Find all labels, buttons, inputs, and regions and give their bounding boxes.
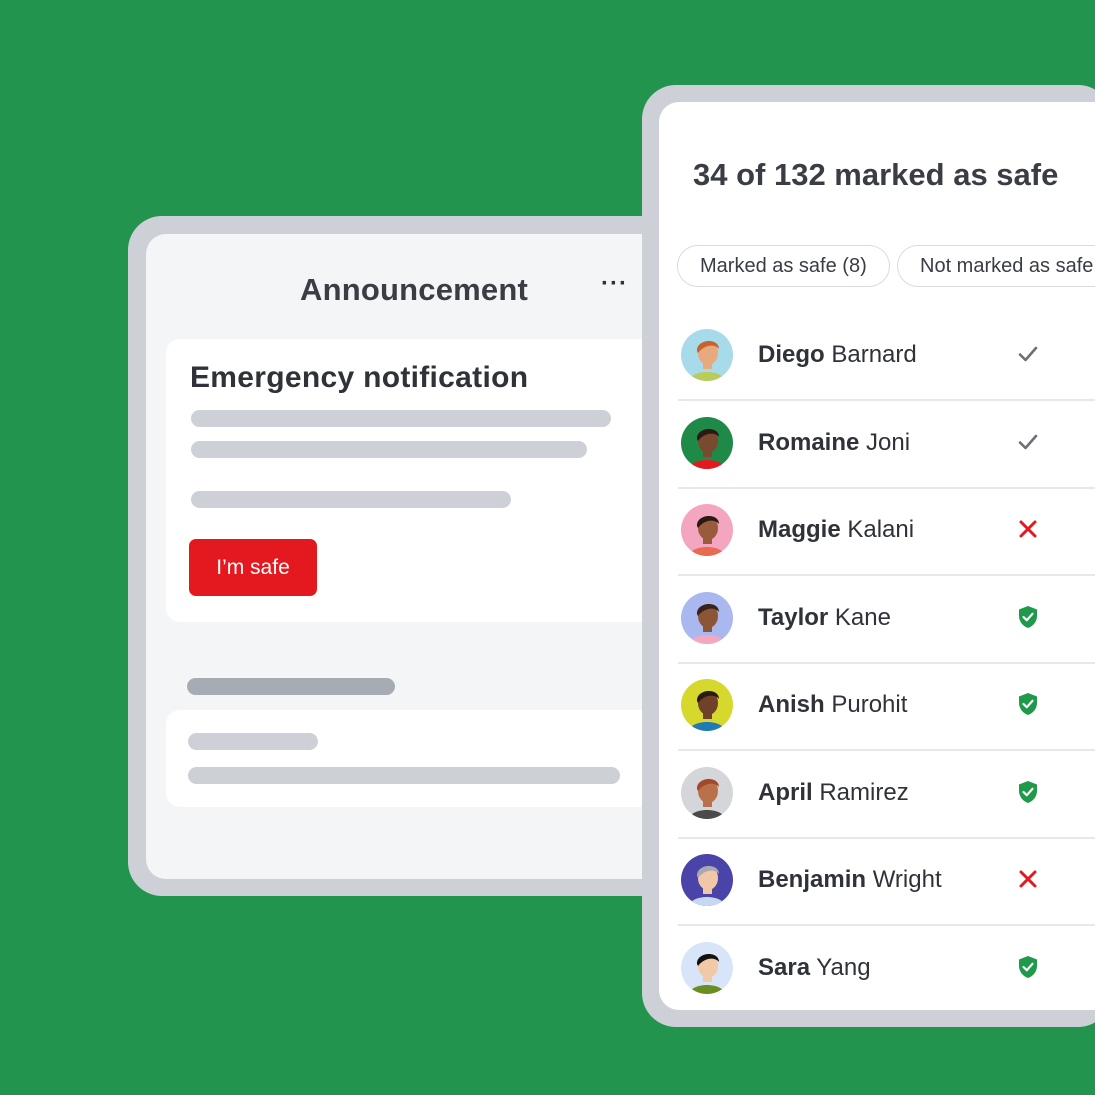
person-name: Anish Purohit xyxy=(758,691,907,719)
last-name: Purohit xyxy=(831,691,908,718)
last-name: Kane xyxy=(834,603,891,631)
last-name: Ramirez xyxy=(819,778,909,806)
announcement-card: Announcement ··· Emergency notification … xyxy=(146,234,676,879)
avatar xyxy=(681,679,733,731)
person-row[interactable]: Diego Barnard xyxy=(678,312,1095,401)
person-row[interactable]: Anish Purohit xyxy=(678,662,1095,751)
avatar xyxy=(681,329,733,381)
section-placeholder-heading xyxy=(187,678,395,695)
first-name: Taylor xyxy=(758,603,829,631)
person-name: Benjamin Wright xyxy=(758,866,942,894)
filter-marked-safe[interactable]: Marked as safe (8) xyxy=(677,245,890,287)
first-name: Benjamin xyxy=(758,866,867,893)
emergency-notification-card: Emergency notification I’m safe xyxy=(166,339,676,622)
filter-not-marked-safe[interactable]: Not marked as safe xyxy=(897,245,1095,287)
placeholder-line xyxy=(188,733,318,750)
first-name: Romaine xyxy=(758,428,860,456)
im-safe-button[interactable]: I’m safe xyxy=(189,539,317,596)
shield-check-icon xyxy=(1014,690,1042,718)
person-name: April Ramirez xyxy=(758,779,909,807)
placeholder-line xyxy=(191,441,587,458)
cross-icon xyxy=(1014,865,1042,893)
more-options-icon[interactable]: ··· xyxy=(601,270,628,298)
placeholder-line xyxy=(191,410,611,427)
person-row[interactable]: April Ramirez xyxy=(678,750,1095,839)
avatar xyxy=(681,854,733,906)
check-icon xyxy=(1014,340,1042,368)
announcement-title: Announcement xyxy=(299,272,528,307)
last-name: Yang xyxy=(816,953,871,981)
last-name: Joni xyxy=(866,428,911,456)
shield-check-icon xyxy=(1014,953,1042,981)
first-name: Sara xyxy=(758,953,811,981)
avatar xyxy=(681,416,733,469)
person-name: Diego Barnard xyxy=(758,341,917,369)
first-name: April xyxy=(758,778,813,806)
placeholder-line xyxy=(188,767,620,784)
person-row[interactable]: Romaine Joni xyxy=(678,400,1095,489)
safety-list-card: 34 of 132 marked as safe Marked as safe … xyxy=(659,102,1095,1010)
safe-count-header: 34 of 132 marked as safe xyxy=(693,157,1059,192)
last-name: Wright xyxy=(872,866,942,893)
first-name: Diego xyxy=(758,341,825,368)
notification-title: Emergency notification xyxy=(190,361,529,394)
secondary-card xyxy=(166,710,676,807)
placeholder-line xyxy=(191,491,511,508)
last-name: Barnard xyxy=(831,341,917,368)
person-name: Sara Yang xyxy=(758,954,871,982)
avatar xyxy=(681,591,733,644)
first-name: Maggie xyxy=(758,516,841,543)
person-row[interactable]: Sara Yang xyxy=(678,925,1095,1011)
shield-check-icon xyxy=(1014,603,1042,631)
check-icon xyxy=(1014,428,1042,456)
person-name: Maggie Kalani xyxy=(758,516,914,544)
first-name: Anish xyxy=(758,691,825,718)
avatar xyxy=(681,766,733,819)
last-name: Kalani xyxy=(847,516,915,543)
person-row[interactable]: Benjamin Wright xyxy=(678,837,1095,926)
avatar xyxy=(681,504,733,556)
shield-check-icon xyxy=(1014,778,1042,806)
person-row[interactable]: Taylor Kane xyxy=(678,575,1095,664)
person-name: Romaine Joni xyxy=(758,429,910,457)
avatar xyxy=(681,941,733,994)
cross-icon xyxy=(1014,515,1042,543)
person-row[interactable]: Maggie Kalani xyxy=(678,487,1095,576)
person-name: Taylor Kane xyxy=(758,604,891,632)
